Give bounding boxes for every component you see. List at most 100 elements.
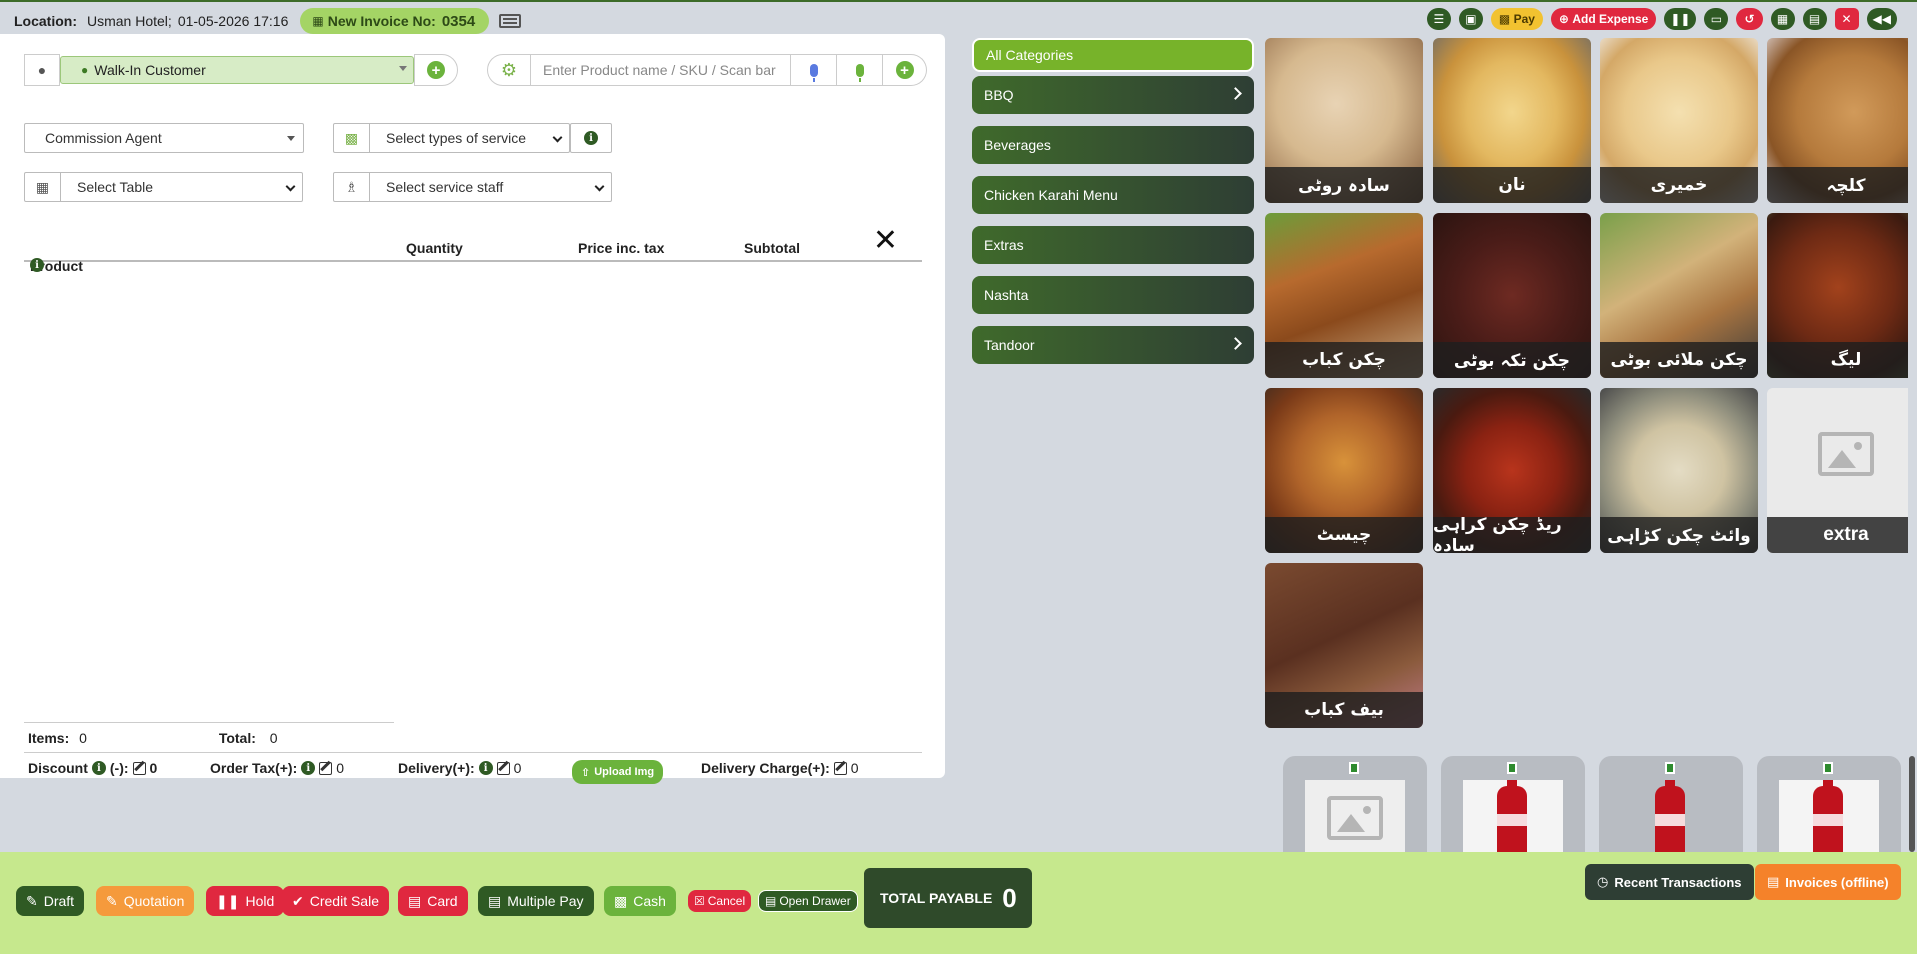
service-type-select[interactable]: ▩ Select types of service [333, 123, 570, 153]
add-customer-button[interactable]: + [414, 54, 458, 86]
recent-transactions-button[interactable]: ◷ Recent Transactions [1585, 864, 1754, 900]
category-extras[interactable]: Extras [972, 226, 1254, 264]
delivery-charge-label: Delivery Charge(+): [701, 760, 830, 776]
voice-search-button[interactable] [791, 54, 837, 86]
beverage-card[interactable] [1283, 756, 1427, 856]
product-card[interactable]: بیف کباب [1265, 563, 1423, 728]
chevron-down-icon [285, 181, 296, 192]
category-bbq[interactable]: BBQ [972, 76, 1254, 114]
commission-agent-select[interactable]: Commission Agent [24, 123, 304, 153]
credit-sale-label: Credit Sale [309, 893, 379, 909]
footer-bar: ✎ Draft ✎ Quotation ❚❚ Hold ✔ Credit Sale ▤ C… [0, 852, 1917, 954]
category-label: BBQ [984, 87, 1014, 103]
product-card[interactable]: extra [1767, 388, 1917, 553]
product-card[interactable]: لیگ [1767, 213, 1917, 378]
product-search-input[interactable] [531, 54, 791, 86]
product-card[interactable]: خمیری [1600, 38, 1758, 203]
kitchen-icon[interactable]: ☰ [1426, 8, 1451, 30]
product-name: سادہ روٹی [1265, 167, 1423, 203]
briefcase-icon[interactable]: ▤ [1802, 8, 1827, 30]
product-card[interactable]: چکن کباب [1265, 213, 1423, 378]
product-card[interactable]: ریڈ چکن کراہی سادہ [1433, 388, 1591, 553]
back-icon[interactable]: ◀◀ [1866, 8, 1897, 30]
category-label: Extras [984, 237, 1024, 253]
voice-search-alt-button[interactable] [837, 54, 883, 86]
open-drawer-button[interactable]: ▤ Open Drawer [758, 890, 858, 912]
edit-delivery-charge-icon[interactable] [833, 761, 847, 775]
delivery-charge-value: 0 [850, 760, 859, 776]
category-nashta[interactable]: Nashta [972, 276, 1254, 314]
info-icon: i [584, 131, 598, 145]
price-column: Price inc. tax [578, 240, 665, 256]
credit-sale-button[interactable]: ✔ Credit Sale [282, 886, 389, 916]
invoice-icon: ▦ [312, 14, 324, 28]
close-window-icon[interactable]: ✕ [1834, 8, 1859, 30]
cart-table-header: Product i Quantity Price inc. tax Subtot… [24, 222, 922, 274]
cash-button[interactable]: ▩ Cash [604, 886, 676, 916]
discount-sign: (-): [109, 760, 129, 776]
product-card[interactable]: نان [1433, 38, 1591, 203]
category-beverages[interactable]: Beverages [972, 126, 1254, 164]
quotation-button[interactable]: ✎ Quotation [96, 886, 195, 916]
edit-discount-icon[interactable] [132, 761, 146, 775]
window-icon[interactable]: ▭ [1704, 8, 1729, 30]
beverage-card[interactable] [1757, 756, 1901, 856]
category-chicken-karahi[interactable]: Chicken Karahi Menu [972, 176, 1254, 214]
product-card[interactable]: چیسٹ [1265, 388, 1423, 553]
add-product-button[interactable]: + [883, 54, 927, 86]
draft-button[interactable]: ✎ Draft [16, 886, 85, 916]
clear-cart-icon[interactable]: ✕ [873, 226, 898, 256]
category-tandoor[interactable]: Tandoor [972, 326, 1254, 364]
card-button[interactable]: ▤ Card [398, 886, 468, 916]
invoice-label: New Invoice No: [327, 13, 436, 29]
add-expense-button[interactable]: ⊕ Add Expense [1550, 8, 1657, 30]
scrollbar-thumb[interactable] [1909, 756, 1915, 852]
image-placeholder-icon [1818, 432, 1874, 476]
pay-button[interactable]: ▩ Pay [1490, 8, 1543, 30]
product-card[interactable]: چکن تکہ بوٹی [1433, 213, 1591, 378]
info-icon: i [478, 761, 493, 775]
beverage-card[interactable] [1441, 756, 1585, 856]
microphone-icon [809, 63, 818, 82]
product-image [1621, 780, 1721, 856]
product-card[interactable]: وائٹ چکن کڑاہی [1600, 388, 1758, 553]
beverage-card[interactable] [1599, 756, 1743, 856]
edit-order-tax-icon[interactable] [319, 761, 333, 775]
hold-button[interactable]: ❚❚ Hold [206, 886, 285, 916]
cancel-button[interactable]: ☒ Cancel [688, 890, 752, 912]
total-payable: TOTAL PAYABLE 0 [864, 868, 1032, 928]
category-all[interactable]: All Categories [972, 38, 1254, 72]
multiple-pay-button[interactable]: ▤ Multiple Pay [478, 886, 594, 916]
top-actions: ☰ ▣ ▩ Pay ⊕ Add Expense ❚❚ ▭ ↺ ▦ ▤ ✕ ◀◀ [1426, 8, 1917, 30]
keyboard-icon[interactable] [499, 14, 522, 28]
items-total-row: Items: 0 Total: 0 [28, 730, 278, 746]
product-name: بیف کباب [1265, 692, 1423, 728]
products-scrollbar[interactable] [1908, 36, 1917, 852]
chevron-right-icon [1229, 87, 1242, 100]
datetime: 01-05-2026 17:16 [177, 13, 289, 29]
undo-icon[interactable]: ↺ [1736, 8, 1763, 30]
invoice-number: 0354 [441, 12, 476, 30]
recent-transactions-label: Recent Transactions [1614, 874, 1742, 890]
table-select[interactable]: ▦ Select Table [24, 172, 303, 202]
credit-card-icon: ▤ [408, 892, 422, 909]
calculator-icon[interactable]: ▦ [1770, 8, 1795, 30]
edit-delivery-icon[interactable] [496, 761, 510, 775]
upload-image-button[interactable]: ⇧ Upload Img [572, 760, 664, 784]
monitor-icon[interactable]: ▣ [1458, 8, 1483, 30]
product-card[interactable]: کلچہ [1767, 38, 1917, 203]
user-icon: ● [24, 54, 60, 86]
product-card[interactable]: چکن ملائی بوٹی [1600, 213, 1758, 378]
cola-bottle-icon [1655, 780, 1685, 856]
service-type-info[interactable]: i [570, 123, 612, 153]
pay-label: Pay [1513, 12, 1535, 26]
offline-invoices-button[interactable]: ▤ Invoices (offline) [1755, 864, 1901, 900]
total-value: 0 [269, 730, 278, 746]
product-card[interactable]: سادہ روٹی [1265, 38, 1423, 203]
cash-icon: ▩ [614, 892, 628, 909]
pause-icon[interactable]: ❚❚ [1664, 8, 1697, 30]
customer-select[interactable]: ● Walk-In Customer [60, 56, 414, 84]
product-name: چکن تکہ بوٹی [1433, 342, 1591, 378]
gear-icon[interactable]: ⚙ [487, 54, 531, 86]
service-staff-select[interactable]: ♗ Select service staff [333, 172, 612, 202]
